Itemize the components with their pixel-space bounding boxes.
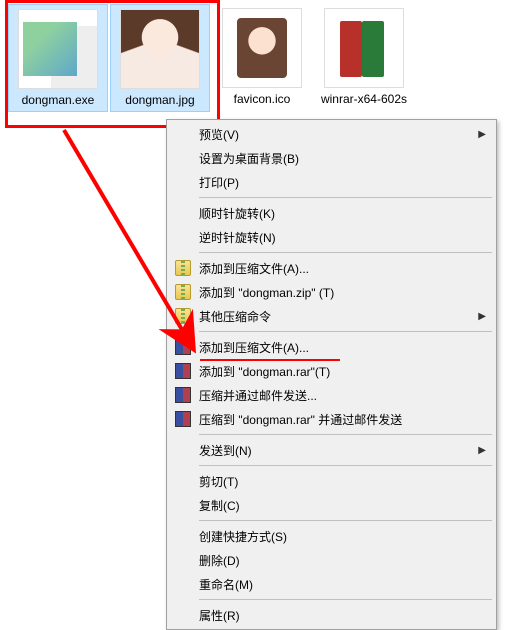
menu-item-label: 预览(V) [199,126,239,143]
menu-item-22[interactable]: 删除(D) [169,548,494,572]
menu-separator [199,434,492,435]
menu-item-label: 发送到(N) [199,442,252,459]
menu-item-2[interactable]: 打印(P) [169,170,494,194]
menu-separator [199,520,492,521]
menu-item-label: 顺时针旋转(K) [199,205,275,222]
menu-item-25[interactable]: 属性(R) [169,603,494,627]
rar-icon [173,409,193,429]
chevron-right-icon: ▶ [478,129,486,140]
file-thumbnail [222,8,302,88]
context-menu[interactable]: 预览(V) ▶ 设置为桌面背景(B) 打印(P) 顺时针旋转(K) 逆时针旋转(N) 添加到… [166,119,497,630]
file-item-3[interactable]: winrar-x64-602s [314,4,414,112]
menu-item-16[interactable]: 发送到(N) ▶ [169,438,494,462]
menu-item-label: 逆时针旋转(N) [199,229,276,246]
rar-icon [173,337,193,357]
menu-item-label: 添加到压缩文件(A)... [199,260,309,277]
menu-item-label: 其他压缩命令 [199,308,271,325]
menu-separator [199,599,492,600]
rar-icon [173,385,193,405]
file-label: dongman.exe [11,93,105,107]
file-thumbnail [18,9,98,89]
menu-item-label: 打印(P) [199,174,239,191]
file-label: dongman.jpg [113,93,207,107]
menu-item-13[interactable]: 压缩并通过邮件发送... [169,383,494,407]
menu-item-label: 设置为桌面背景(B) [199,150,299,167]
menu-item-label: 添加到压缩文件(A)... [199,339,309,356]
menu-item-18[interactable]: 剪切(T) [169,469,494,493]
chevron-right-icon: ▶ [478,311,486,322]
menu-item-8[interactable]: 添加到 "dongman.zip" (T) [169,280,494,304]
menu-item-label: 压缩并通过邮件发送... [199,387,317,404]
chevron-right-icon: ▶ [478,445,486,456]
menu-item-23[interactable]: 重命名(M) [169,572,494,596]
menu-item-14[interactable]: 压缩到 "dongman.rar" 并通过邮件发送 [169,407,494,431]
menu-separator [199,252,492,253]
file-grid: dongman.exe dongman.jpg favicon.ico winrar-… [0,0,510,116]
zip-icon [173,258,193,278]
file-item-0[interactable]: dongman.exe [8,4,108,112]
zip-icon [173,282,193,302]
menu-item-7[interactable]: 添加到压缩文件(A)... [169,256,494,280]
menu-separator [199,331,492,332]
menu-item-0[interactable]: 预览(V) ▶ [169,122,494,146]
menu-item-label: 重命名(M) [199,576,253,593]
menu-item-5[interactable]: 逆时针旋转(N) [169,225,494,249]
file-label: favicon.ico [214,92,310,106]
menu-item-label: 属性(R) [199,607,240,624]
file-thumbnail [324,8,404,88]
menu-item-21[interactable]: 创建快捷方式(S) [169,524,494,548]
menu-item-4[interactable]: 顺时针旋转(K) [169,201,494,225]
menu-item-label: 添加到 "dongman.rar"(T) [199,363,330,380]
file-thumbnail [120,9,200,89]
menu-item-label: 创建快捷方式(S) [199,528,287,545]
menu-item-9[interactable]: 其他压缩命令 ▶ [169,304,494,328]
menu-item-11[interactable]: 添加到压缩文件(A)... [169,335,494,359]
file-label: winrar-x64-602s [316,92,412,106]
menu-item-label: 压缩到 "dongman.rar" 并通过邮件发送 [199,411,402,428]
file-item-1[interactable]: dongman.jpg [110,4,210,112]
menu-separator [199,465,492,466]
menu-item-label: 添加到 "dongman.zip" (T) [199,284,334,301]
zip-icon [173,306,193,326]
rar-icon [173,361,193,381]
menu-item-label: 删除(D) [199,552,240,569]
menu-item-1[interactable]: 设置为桌面背景(B) [169,146,494,170]
menu-item-label: 剪切(T) [199,473,238,490]
menu-item-12[interactable]: 添加到 "dongman.rar"(T) [169,359,494,383]
menu-item-label: 复制(C) [199,497,240,514]
menu-separator [199,197,492,198]
menu-item-19[interactable]: 复制(C) [169,493,494,517]
file-item-2[interactable]: favicon.ico [212,4,312,112]
